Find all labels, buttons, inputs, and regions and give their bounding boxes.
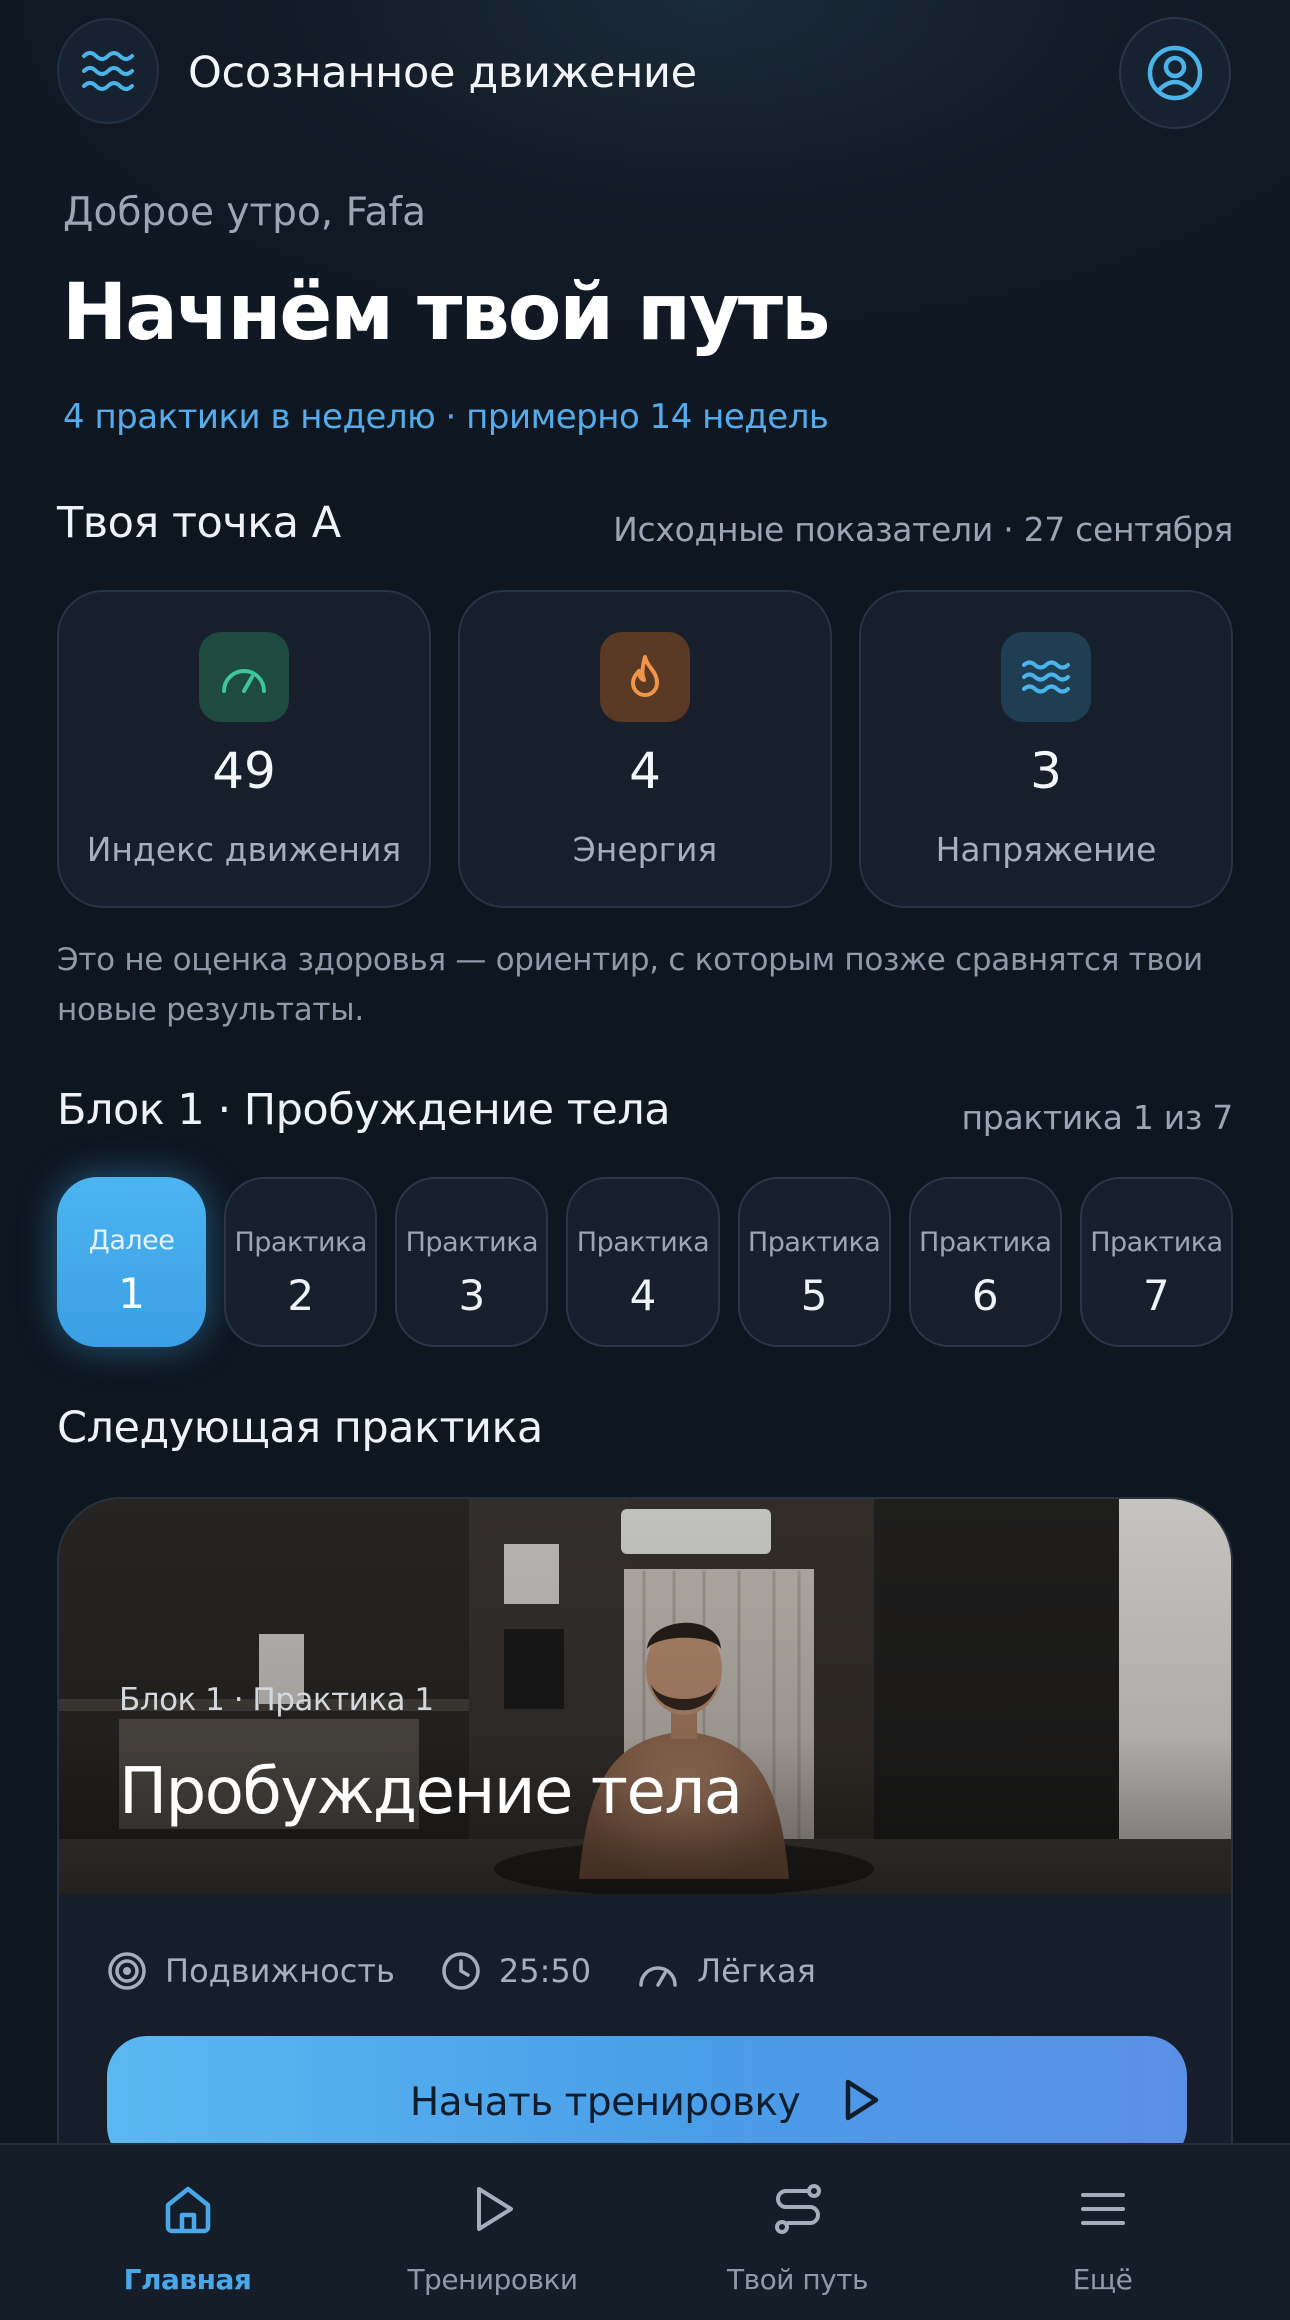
practice-subtitle: Блок 1 · Практика 1	[119, 1682, 434, 1718]
metrics-row: 49 Индекс движения 4 Энергия 3 Напряжени…	[57, 590, 1233, 908]
tag-focus: Подвижность	[107, 1951, 395, 1991]
nav-label: Твой путь	[726, 2263, 869, 2296]
nav-label: Главная	[123, 2263, 252, 2296]
profile-button[interactable]	[1119, 17, 1231, 129]
point-a-meta: Исходные показатели · 27 сентября	[613, 510, 1233, 549]
waves-icon	[82, 51, 134, 91]
metric-icon-box	[199, 632, 289, 722]
practice-chip-7[interactable]: Практика 7	[1079, 1177, 1233, 1347]
nav-label: Тренировки	[407, 2263, 578, 2296]
chip-label: Практика	[919, 1227, 1052, 1258]
next-practice-title: Следующая практика	[57, 1403, 543, 1453]
practice-tags: Подвижность 25:50 Лёгкая	[107, 1951, 862, 1991]
practice-chip-2[interactable]: Практика 2	[224, 1177, 378, 1347]
practice-chip-4[interactable]: Практика 4	[566, 1177, 720, 1347]
tag-duration: 25:50	[441, 1951, 591, 1991]
metric-icon-box	[600, 632, 690, 722]
metric-card-movement-index: 49 Индекс движения	[57, 590, 431, 908]
nav-item-home[interactable]: Главная	[35, 2145, 340, 2320]
nav-label: Ещё	[1072, 2263, 1133, 2296]
metric-card-tension: 3 Напряжение	[859, 590, 1233, 908]
play-icon	[845, 2079, 879, 2121]
flame-icon	[631, 655, 659, 697]
practice-selector: Далее 1 Практика 2 Практика 3 Практика 4…	[57, 1177, 1233, 1347]
tag-difficulty: Лёгкая	[637, 1951, 816, 1991]
chip-number: 4	[629, 1271, 657, 1320]
metric-label: Напряжение	[935, 830, 1157, 869]
plan-summary: 4 практики в неделю · примерно 14 недель	[63, 397, 829, 437]
menu-button[interactable]	[57, 18, 159, 124]
chip-number: 7	[1143, 1271, 1170, 1320]
practice-title: Пробуждение тела	[119, 1755, 743, 1829]
hero-title: Начнём твой путь	[62, 268, 830, 358]
metric-label: Индекс движения	[86, 830, 402, 869]
nav-item-more[interactable]: Ещё	[950, 2145, 1255, 2320]
waves-icon	[1022, 660, 1070, 694]
point-a-title: Твоя точка А	[57, 498, 341, 548]
bottom-navigation: Главная Тренировки Твой путь Ещё	[0, 2143, 1290, 2320]
app-title: Осознанное движение	[188, 48, 697, 98]
metric-value: 49	[212, 742, 276, 800]
tag-label: 25:50	[498, 1952, 592, 1990]
practice-chip-5[interactable]: Практика 5	[737, 1177, 891, 1347]
chip-label: Практика	[234, 1227, 367, 1258]
chip-label: Далее	[88, 1225, 175, 1256]
block-progress: практика 1 из 7	[961, 1098, 1234, 1137]
chip-label: Практика	[1090, 1227, 1223, 1258]
metric-value: 3	[1030, 742, 1062, 800]
metric-icon-box	[1001, 632, 1091, 722]
menu-icon	[1080, 2193, 1125, 2225]
metric-value: 4	[629, 742, 661, 800]
practice-chip-6[interactable]: Практика 6	[908, 1177, 1062, 1347]
clock-icon	[442, 1952, 480, 1990]
practice-chip-1[interactable]: Далее 1	[57, 1177, 207, 1347]
chip-number: 6	[971, 1271, 999, 1320]
play-icon	[476, 2187, 513, 2231]
practice-chip-3[interactable]: Практика 3	[395, 1177, 549, 1347]
chip-label: Практика	[405, 1227, 539, 1258]
chip-number: 2	[287, 1271, 315, 1320]
metric-label: Энергия	[572, 830, 718, 869]
chip-label: Практика	[747, 1227, 881, 1258]
nav-item-path[interactable]: Твой путь	[645, 2145, 950, 2320]
speedometer-icon	[222, 669, 266, 693]
top-bar: Осознанное движение	[0, 0, 1290, 150]
chip-number: 1	[118, 1269, 145, 1318]
metric-card-energy: 4 Энергия	[458, 590, 832, 908]
greeting: Доброе утро, Fafa	[63, 190, 426, 235]
chip-number: 3	[458, 1271, 486, 1320]
chip-label: Практика	[576, 1227, 710, 1258]
disclaimer-text: Это не оценка здоровья — ориентир, с кот…	[57, 942, 1203, 1028]
home-icon	[165, 2186, 210, 2234]
chip-number: 5	[800, 1271, 828, 1320]
nav-item-workouts[interactable]: Тренировки	[340, 2145, 645, 2320]
target-icon	[108, 1952, 146, 1990]
gauge-icon	[639, 1966, 677, 1987]
start-button-label: Начать тренировку	[409, 2080, 801, 2125]
tag-label: Лёгкая	[697, 1952, 816, 1990]
tag-label: Подвижность	[165, 1952, 395, 1990]
user-circle-icon	[1147, 45, 1203, 101]
route-icon	[774, 2184, 821, 2234]
block-title: Блок 1 · Пробуждение тела	[57, 1085, 671, 1135]
next-practice-card[interactable]: Блок 1 · Практика 1 Пробуждение тела Под…	[57, 1497, 1233, 2197]
